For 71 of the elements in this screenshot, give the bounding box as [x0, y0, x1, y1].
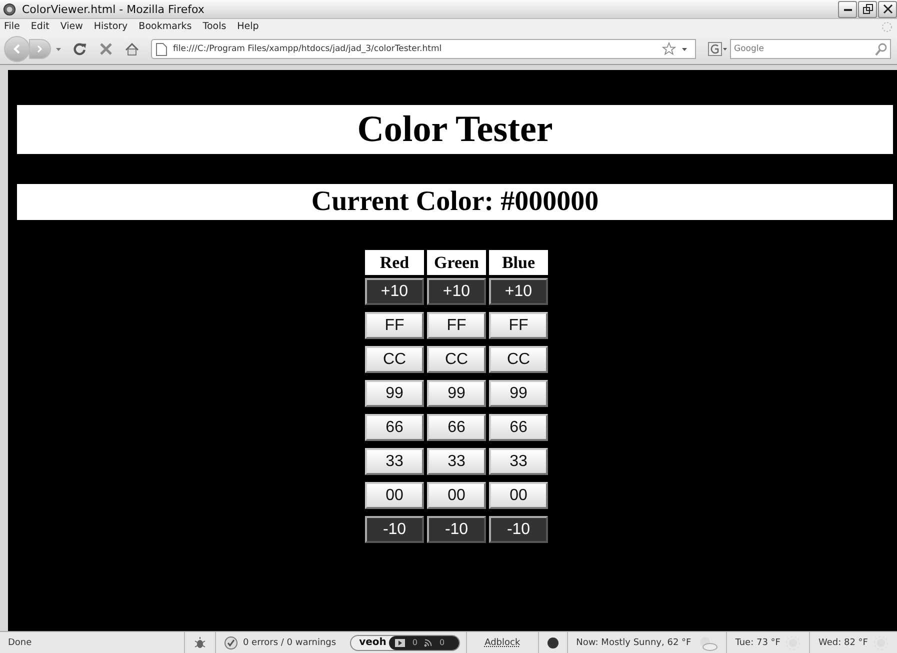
close-button[interactable]: [878, 0, 897, 18]
step-button[interactable]: +10: [489, 278, 548, 305]
home-icon[interactable]: [125, 42, 139, 56]
address-text: file:///C:/Program Files/xampp/htdocs/jad/jad_3/colorTester.html: [173, 44, 442, 54]
step-button[interactable]: +10: [365, 278, 424, 305]
value-button[interactable]: 33: [365, 448, 424, 475]
close-icon: [882, 4, 892, 14]
value-button[interactable]: FF: [489, 312, 548, 339]
throbber-icon: [881, 20, 893, 32]
page-icon: [156, 42, 167, 56]
step-button[interactable]: -10: [427, 516, 486, 543]
bug-icon[interactable]: [192, 636, 207, 650]
value-button[interactable]: 33: [427, 448, 486, 475]
dropdown-caret-icon[interactable]: [56, 48, 61, 50]
value-button[interactable]: 99: [427, 380, 486, 407]
step-button[interactable]: +10: [427, 278, 486, 305]
minimize-button[interactable]: [838, 0, 857, 18]
veoh-logo: veoh: [359, 637, 386, 648]
minimize-icon: [844, 8, 852, 10]
value-button[interactable]: 66: [365, 414, 424, 441]
value-button[interactable]: 99: [489, 380, 548, 407]
value-button[interactable]: 66: [489, 414, 548, 441]
column-header: Green: [427, 250, 486, 275]
window-title: ColorViewer.html - Mozilla Firefox: [22, 2, 204, 16]
column-header: Red: [365, 250, 424, 275]
value-button[interactable]: 33: [489, 448, 548, 475]
forecast-text: Tue: 73 °F: [735, 638, 780, 648]
step-button[interactable]: -10: [489, 516, 548, 543]
value-button[interactable]: 00: [365, 482, 424, 509]
value-button[interactable]: 00: [489, 482, 548, 509]
veoh-widget[interactable]: veoh 0 0: [350, 634, 460, 650]
page-heading: Color Tester: [17, 105, 893, 154]
value-button[interactable]: 66: [427, 414, 486, 441]
value-button[interactable]: FF: [365, 312, 424, 339]
star-icon[interactable]: [662, 42, 676, 56]
error-count-text[interactable]: 0 errors / 0 warnings: [242, 638, 336, 648]
value-button[interactable]: CC: [489, 346, 548, 373]
menu-item[interactable]: Tools: [202, 21, 226, 32]
menu-item[interactable]: History: [94, 21, 128, 32]
feed-count: 0: [439, 638, 445, 647]
step-button[interactable]: -10: [365, 516, 424, 543]
browser-logo-icon: [3, 2, 16, 16]
reload-icon[interactable]: [73, 42, 87, 56]
value-button[interactable]: CC: [365, 346, 424, 373]
value-button[interactable]: 00: [427, 482, 486, 509]
check-icon: [224, 636, 238, 650]
search-engine-icon[interactable]: [708, 42, 728, 56]
value-button[interactable]: CC: [427, 346, 486, 373]
adblock-link[interactable]: Adblock: [474, 638, 530, 648]
menu-item[interactable]: Bookmarks: [138, 21, 192, 32]
search-icon[interactable]: [875, 43, 887, 56]
restore-icon: [862, 4, 872, 14]
feed-icon: [424, 638, 432, 646]
dropdown-caret-icon[interactable]: [682, 48, 687, 50]
status-text: Done: [7, 638, 32, 648]
search-field[interactable]: Google: [730, 39, 891, 59]
video-icon: [395, 638, 406, 646]
stop-icon[interactable]: [99, 42, 113, 56]
menu-item[interactable]: View: [60, 21, 83, 32]
address-bar[interactable]: file:///C:/Program Files/xampp/htdocs/jad/jad_3/colorTester.html: [151, 39, 696, 59]
current-color-heading: Current Color: #000000: [17, 184, 893, 220]
menu-item[interactable]: File: [4, 21, 20, 32]
restore-button[interactable]: [858, 0, 877, 18]
column-header: Blue: [489, 250, 548, 275]
menu-item[interactable]: Help: [237, 21, 259, 32]
video-count: 0: [412, 638, 418, 647]
weather-now-text: Now: Mostly Sunny, 62 °F: [576, 638, 692, 648]
forecast-text: Wed: 82 °F: [818, 638, 868, 648]
value-button[interactable]: 99: [365, 380, 424, 407]
menu-item[interactable]: Edit: [30, 21, 50, 32]
value-button[interactable]: FF: [427, 312, 486, 339]
